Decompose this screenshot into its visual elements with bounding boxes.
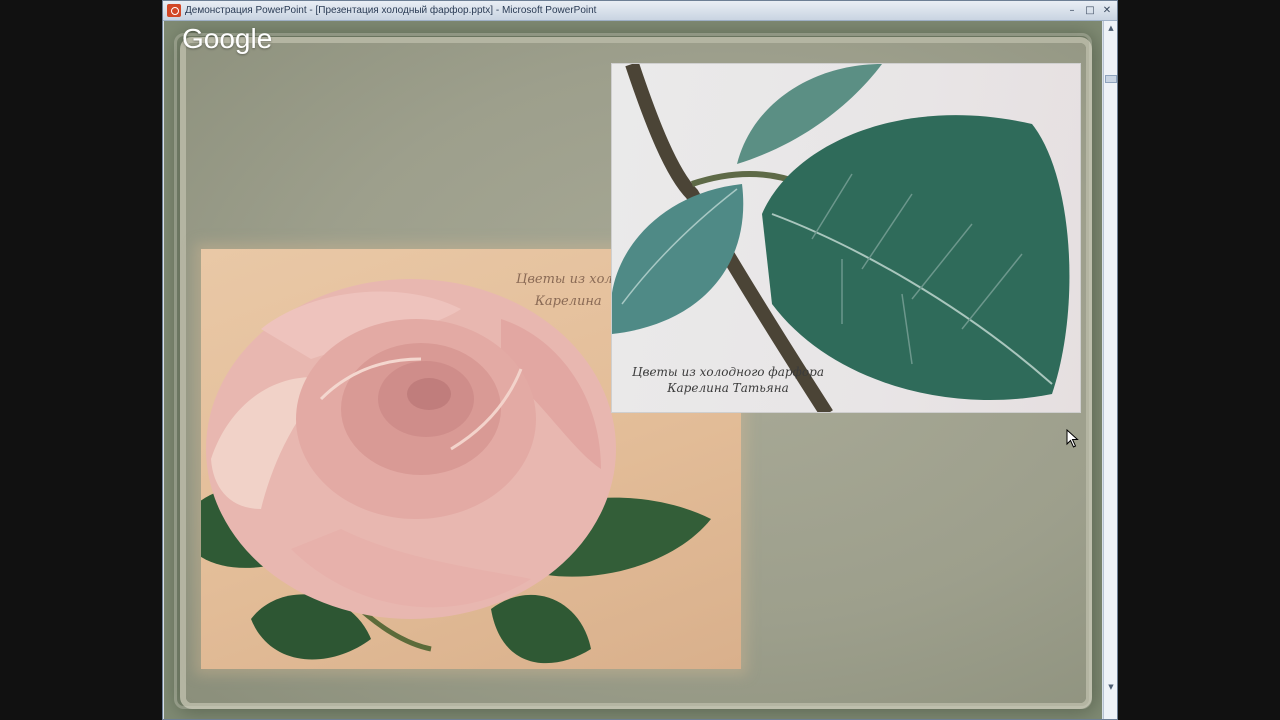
rose-caption-line2: Карелина bbox=[534, 294, 602, 309]
leaf-photo-caption: Цветы из холодного фарфора Карелина Тать… bbox=[632, 364, 824, 396]
rose-photo-caption: Цветы из холо Карелина bbox=[516, 269, 621, 313]
close-button[interactable]: ✕ bbox=[1100, 4, 1114, 17]
leaf-illustration bbox=[612, 64, 1070, 412]
mouse-pointer-icon bbox=[1066, 429, 1079, 448]
powerpoint-icon bbox=[167, 4, 181, 17]
window-title: Демонстрация PowerPoint - [Презентация х… bbox=[185, 5, 597, 16]
minimize-button[interactable]: – bbox=[1065, 4, 1079, 17]
rose-caption-line1: Цветы из холо bbox=[516, 272, 621, 287]
leaf-caption-line2: Карелина Татьяна bbox=[667, 381, 789, 395]
maximize-button[interactable]: □ bbox=[1083, 4, 1097, 17]
scrollbar-thumb[interactable] bbox=[1105, 75, 1117, 83]
leaf-photo: Цветы из холодного фарфора Карелина Тать… bbox=[611, 63, 1081, 413]
vertical-scrollbar[interactable]: ▲ ▼ bbox=[1103, 21, 1117, 719]
title-bar[interactable]: Демонстрация PowerPoint - [Презентация х… bbox=[163, 1, 1117, 21]
google-logo: Google bbox=[182, 23, 273, 54]
scroll-down-arrow-icon[interactable]: ▼ bbox=[1105, 681, 1117, 693]
powerpoint-window: Демонстрация PowerPoint - [Презентация х… bbox=[162, 0, 1118, 720]
leaf-caption-line1: Цветы из холодного фарфора bbox=[632, 365, 824, 379]
slide-canvas[interactable]: Google Цветы из холо Карелина Цветы из х… bbox=[164, 21, 1102, 719]
scroll-up-arrow-icon[interactable]: ▲ bbox=[1105, 22, 1117, 34]
